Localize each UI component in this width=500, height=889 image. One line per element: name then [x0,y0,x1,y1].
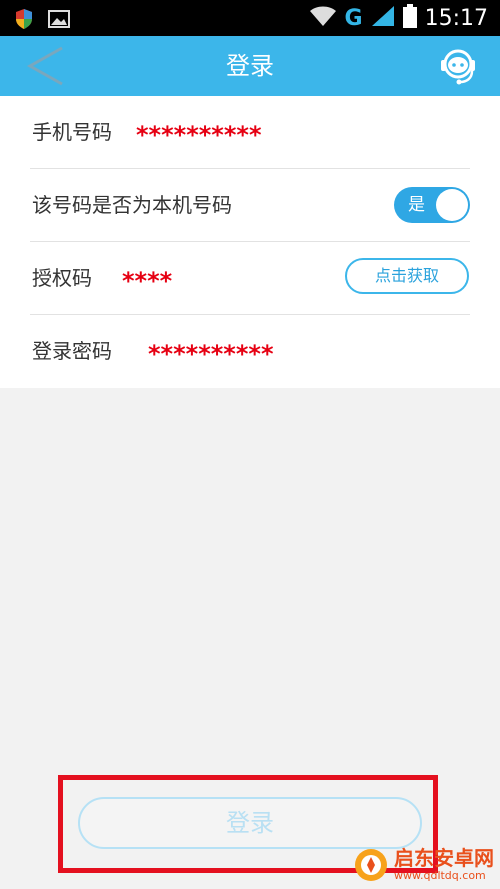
watermark-url: www.qdltdq.com [394,869,486,882]
back-button[interactable] [22,46,70,86]
customer-service-icon [441,49,475,85]
get-code-button[interactable]: 点击获取 [345,258,469,294]
auth-code-input[interactable]: **** [122,242,172,315]
app-header: 登录 [0,36,500,96]
wifi-icon [309,5,337,31]
password-label: 登录密码 [32,339,112,363]
watermark-name: 启东安卓网 [394,846,494,870]
image-notification-icon [48,10,70,32]
battery-icon [402,4,417,32]
own-number-toggle[interactable]: 是 [394,187,470,223]
phone-label: 手机号码 [32,120,112,144]
chevron-left-icon [26,46,63,86]
shield-app-icon [14,8,34,34]
customer-service-button[interactable] [436,44,480,88]
toggle-knob [436,189,468,221]
phone-input[interactable]: ********** [136,96,262,169]
watermark-logo-icon [355,849,387,881]
password-row: 登录密码 ********** [0,315,500,388]
page-title: 登录 [226,52,274,80]
watermark: 启东安卓网 www.qdltdq.com [354,847,494,883]
login-button[interactable]: 登录 [78,797,422,849]
toggle-label: 是 [408,195,425,215]
network-type: G [344,5,363,31]
clock: 15:17 [424,5,488,31]
auth-code-row: 授权码 **** 点击获取 [0,242,500,315]
login-form: 手机号码 ********** 该号码是否为本机号码 是 授权码 **** 点击… [0,96,500,388]
own-number-row: 该号码是否为本机号码 是 [0,169,500,242]
phone-row: 手机号码 ********** [0,96,500,169]
auth-code-label: 授权码 [32,266,92,290]
password-input[interactable]: ********** [148,315,274,388]
own-number-label: 该号码是否为本机号码 [32,193,232,217]
status-bar: G 15:17 [0,0,500,36]
signal-icon [371,5,395,31]
